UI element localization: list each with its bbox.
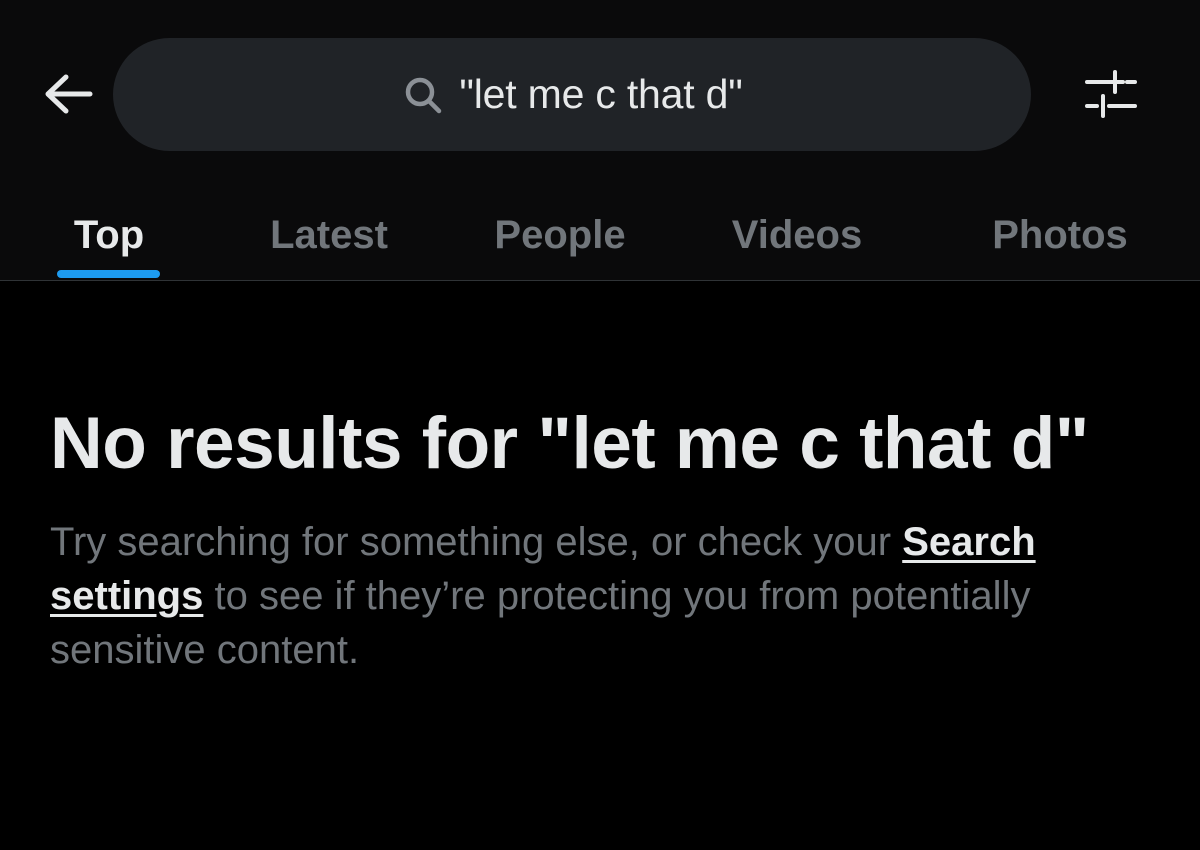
empty-state-description: Try searching for something else, or che…: [50, 515, 1150, 677]
search-icon: [401, 73, 445, 117]
empty-state: No results for "let me c that d" Try sea…: [50, 395, 1160, 677]
tab-latest[interactable]: Latest: [240, 190, 418, 280]
tab-label: Videos: [731, 212, 863, 257]
search-results-page: "let me c that d" Top Latest People Vide…: [0, 0, 1200, 850]
empty-state-title: No results for "let me c that d": [50, 403, 1089, 484]
tab-label: Latest: [270, 212, 388, 257]
search-input[interactable]: "let me c that d": [113, 38, 1031, 151]
active-tab-indicator: [57, 270, 160, 278]
search-filter-button[interactable]: [1076, 64, 1146, 128]
search-tabs: Top Latest People Videos Photos: [0, 190, 1200, 281]
tab-top[interactable]: Top: [40, 190, 178, 280]
empty-state-text-before: Try searching for something else, or che…: [50, 520, 903, 564]
search-input-content: "let me c that d": [401, 71, 743, 118]
top-bar: "let me c that d": [0, 0, 1200, 190]
tab-label: Top: [73, 212, 145, 257]
tab-videos[interactable]: Videos: [700, 190, 894, 280]
tab-label: Photos: [992, 212, 1128, 257]
tab-photos[interactable]: Photos: [960, 190, 1160, 280]
sliders-icon: [1083, 68, 1139, 125]
search-query-text: "let me c that d": [459, 71, 743, 117]
back-button[interactable]: [36, 66, 100, 126]
tab-people[interactable]: People: [470, 190, 650, 280]
tab-label: People: [494, 212, 626, 257]
arrow-left-icon: [40, 72, 96, 121]
